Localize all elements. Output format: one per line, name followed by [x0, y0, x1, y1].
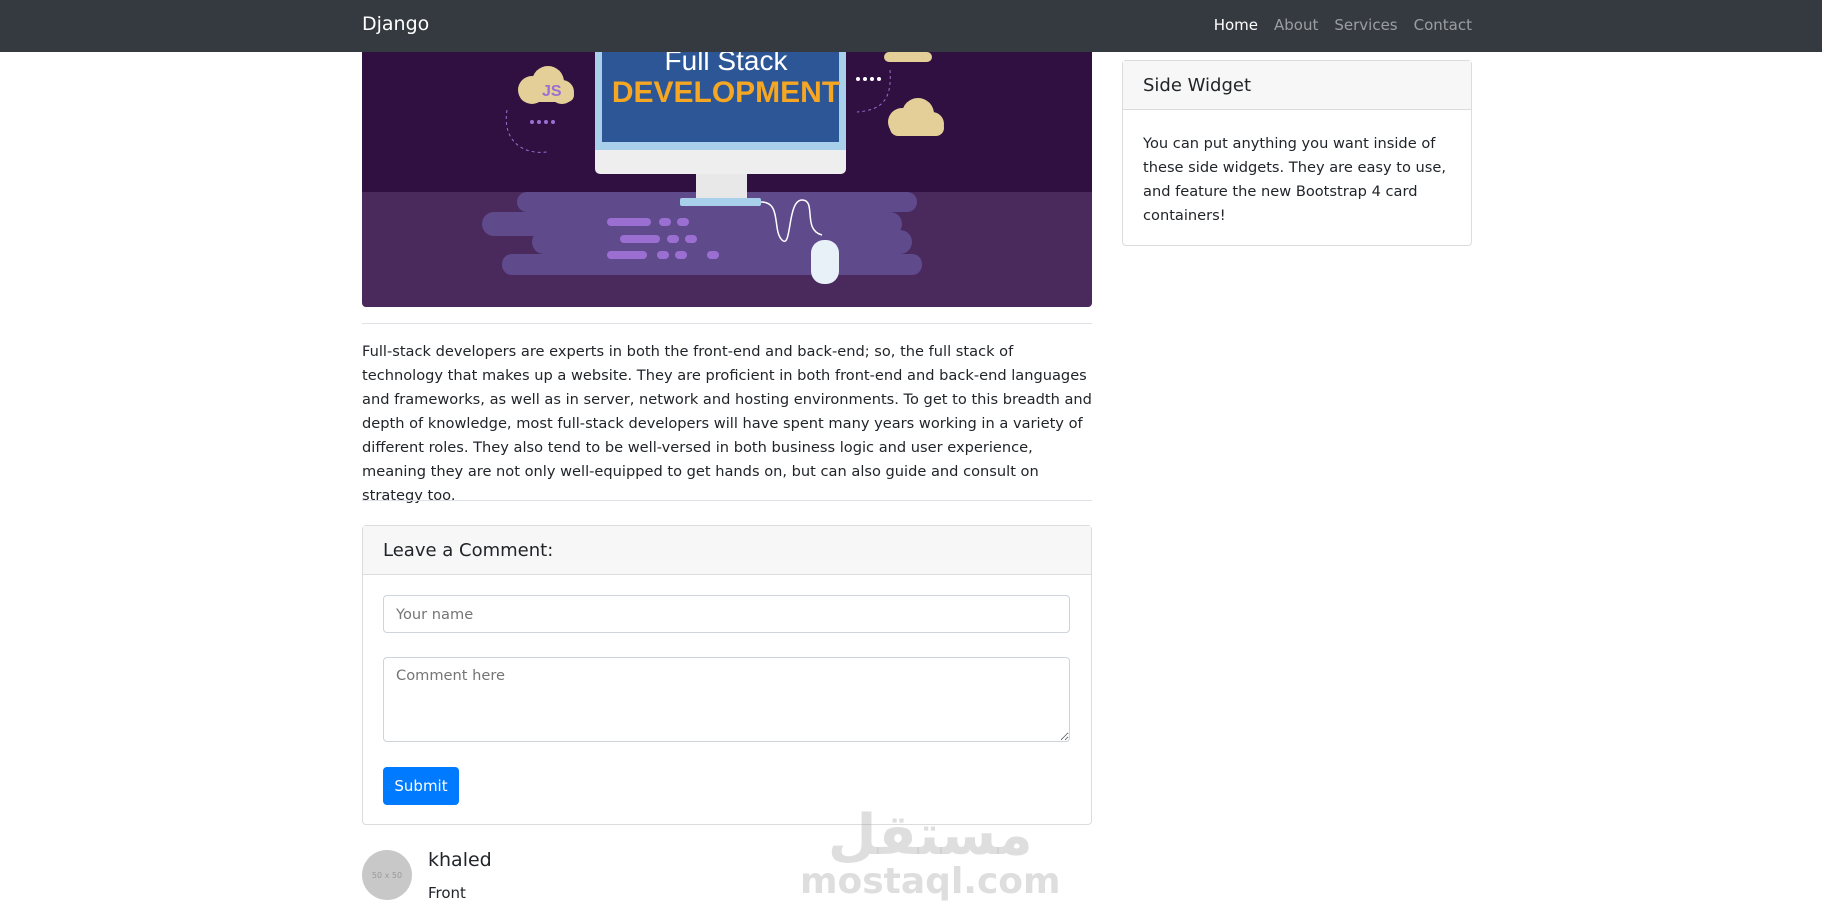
avatar: 50 x 50 — [362, 850, 412, 900]
comment-textarea[interactable] — [383, 657, 1070, 742]
comment-form-title: Leave a Comment: — [363, 526, 1091, 575]
navbar-brand[interactable]: Django — [362, 13, 429, 35]
nav-links: Home About Services Contact — [1214, 16, 1472, 34]
nav-link-about[interactable]: About — [1274, 16, 1318, 34]
nav-link-home[interactable]: Home — [1214, 16, 1258, 34]
hero-line2: DEVELOPMENT — [612, 76, 840, 109]
comment-author: khaled — [428, 849, 492, 871]
nav-link-contact[interactable]: Contact — [1414, 16, 1472, 34]
divider — [362, 323, 1092, 324]
side-widget-title: Side Widget — [1123, 61, 1471, 110]
watermark-arabic: مستقل — [827, 803, 1033, 868]
nav-link-services[interactable]: Services — [1334, 16, 1397, 34]
divider — [362, 500, 1092, 501]
js-badge: JS — [542, 83, 562, 100]
side-widget: Side Widget You can put anything you wan… — [1122, 60, 1472, 246]
watermark-latin: mostaql.com — [800, 861, 1061, 902]
side-widget-body: You can put anything you want inside of … — [1143, 135, 1447, 224]
comment-text: Front — [428, 884, 466, 902]
watermark: مستقل mostaql.com — [800, 808, 1061, 900]
submit-button[interactable]: Submit — [383, 767, 459, 805]
name-input[interactable] — [383, 595, 1070, 633]
post-body: Full-stack developers are experts in bot… — [362, 343, 1092, 504]
navbar: Django Home About Services Contact — [0, 0, 1822, 52]
comment-form-card: Leave a Comment: Submit — [362, 525, 1092, 825]
